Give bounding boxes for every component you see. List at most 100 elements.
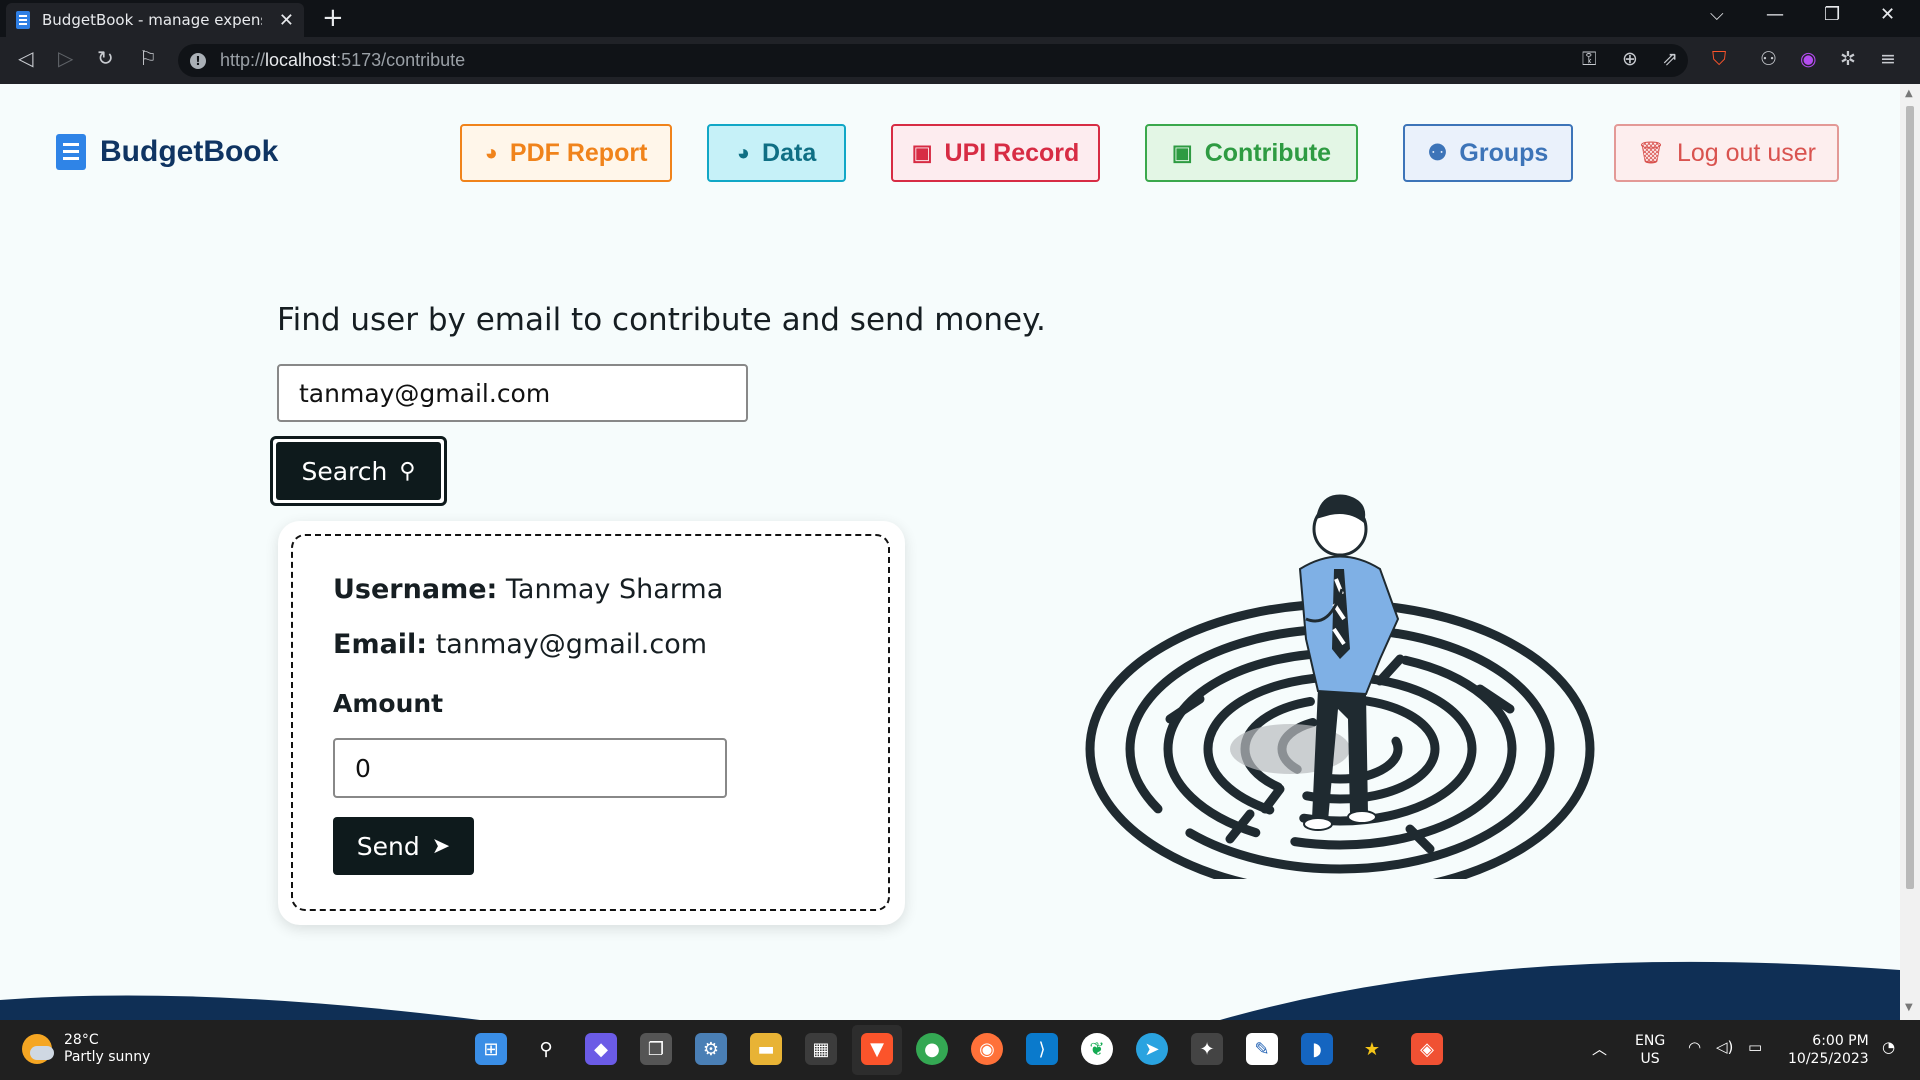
- battery-icon[interactable]: ▭: [1748, 1038, 1762, 1056]
- chrome-icon[interactable]: ●: [916, 1033, 948, 1065]
- window-close-button[interactable]: ✕: [1880, 4, 1895, 25]
- language-indicator[interactable]: ENG US: [1635, 1032, 1665, 1068]
- contribute-button[interactable]: ▣ Contribute: [1145, 124, 1358, 182]
- search-button[interactable]: Search ⚲: [270, 436, 447, 506]
- brand-logo[interactable]: BudgetBook: [56, 134, 278, 170]
- user-result-card: Username: Tanmay Sharma Email: tanmay@gm…: [278, 521, 905, 925]
- volume-icon[interactable]: ◁): [1716, 1038, 1733, 1056]
- email-value: tanmay@gmail.com: [435, 629, 708, 660]
- username-label: Username:: [333, 574, 498, 605]
- url-path: :5173/contribute: [336, 50, 466, 70]
- mongodb-icon[interactable]: ❦: [1081, 1033, 1113, 1065]
- email-label: Email:: [333, 629, 428, 660]
- copilot-icon[interactable]: ◆: [585, 1033, 617, 1065]
- app-icon-misc[interactable]: ✦: [1191, 1033, 1223, 1065]
- send-label: Send: [356, 831, 420, 861]
- start-icon[interactable]: ⊞: [475, 1033, 507, 1065]
- weather-desc: Partly sunny: [64, 1049, 151, 1065]
- wifi-icon[interactable]: ◠: [1688, 1038, 1701, 1056]
- money-bill-icon: ▣: [1171, 140, 1193, 165]
- scroll-up-icon[interactable]: ▲: [1905, 88, 1913, 99]
- scroll-down-icon[interactable]: ▼: [1905, 1002, 1913, 1013]
- search-label: Search: [301, 456, 388, 486]
- notification-bell-icon[interactable]: ◔: [1882, 1038, 1895, 1056]
- amount-label: Amount: [333, 689, 444, 718]
- search-button-inner: Search ⚲: [276, 442, 441, 500]
- search-taskbar-icon[interactable]: ⚲: [530, 1033, 562, 1065]
- users-icon: ⚉: [1427, 140, 1448, 165]
- groups-button[interactable]: ⚉ Groups: [1403, 124, 1573, 182]
- new-tab-button[interactable]: +: [322, 4, 344, 32]
- browser-tab[interactable]: BudgetBook - manage expenses ✕: [6, 3, 304, 37]
- windows-taskbar: 28°C Partly sunny ⊞ ⚲ ◆ ❐ ⚙ ▬ ▦ ▼ ● ◉ ⟩ …: [0, 1020, 1920, 1080]
- zoom-icon[interactable]: ⊕: [1622, 48, 1638, 70]
- site-info-icon[interactable]: !: [190, 52, 206, 69]
- tab-search-chevron-icon[interactable]: ⌵: [1710, 4, 1724, 25]
- receipt-icon: [56, 134, 86, 170]
- data-button[interactable]: ◕ Data: [707, 124, 846, 182]
- share-icon[interactable]: ⇗: [1662, 48, 1678, 70]
- budgetbook-favicon-icon: [16, 11, 30, 29]
- upi-record-label: UPI Record: [944, 138, 1080, 167]
- scroll-thumb[interactable]: [1906, 106, 1914, 889]
- restore-button[interactable]: ❐: [1824, 4, 1840, 25]
- send-button[interactable]: Send ➤: [333, 817, 474, 875]
- footer-wave: [0, 961, 1900, 1020]
- extension-glasses-icon[interactable]: ⚇: [1760, 48, 1777, 70]
- clock-time: 6:00 PM: [1812, 1033, 1869, 1049]
- extension-purple-icon[interactable]: ◉: [1800, 48, 1817, 70]
- edge-dev-icon[interactable]: ◗: [1301, 1033, 1333, 1065]
- file-explorer-icon[interactable]: ▬: [750, 1033, 782, 1065]
- username-value: Tanmay Sharma: [505, 574, 724, 605]
- reload-icon[interactable]: ↻: [97, 46, 114, 70]
- tab-close-icon[interactable]: ✕: [279, 10, 294, 31]
- amount-input[interactable]: [333, 738, 727, 798]
- maze-illustration: [1085, 494, 1595, 879]
- weather-text: 28°C Partly sunny: [64, 1032, 150, 1066]
- logout-label: Log out user: [1676, 138, 1816, 167]
- clock-date: 10/25/2023: [1788, 1051, 1869, 1067]
- username-row: Username: Tanmay Sharma: [333, 574, 723, 605]
- logout-button[interactable]: 🗑 Log out user: [1614, 124, 1839, 182]
- extensions-puzzle-icon[interactable]: ✲: [1840, 48, 1856, 70]
- partly-sunny-icon: [22, 1034, 54, 1064]
- paint-icon[interactable]: ✎: [1246, 1033, 1278, 1065]
- back-arrow-icon[interactable]: ◁: [18, 46, 33, 70]
- settings-icon[interactable]: ⚙: [695, 1033, 727, 1065]
- menu-icon[interactable]: ≡: [1880, 48, 1896, 70]
- groups-label: Groups: [1459, 138, 1549, 167]
- task-view-icon[interactable]: ❐: [640, 1033, 672, 1065]
- forward-arrow-icon[interactable]: ▷: [58, 46, 73, 70]
- pie-chart-icon: ◕: [736, 140, 751, 165]
- firefox-icon[interactable]: ◉: [971, 1033, 1003, 1065]
- vscode-icon[interactable]: ⟩: [1026, 1033, 1058, 1065]
- bookmark-icon[interactable]: ⚐: [139, 46, 157, 70]
- tray-overflow-icon[interactable]: ︿: [1592, 1038, 1607, 1059]
- key-icon[interactable]: ⚿: [1582, 48, 1596, 70]
- clock[interactable]: 6:00 PM 10/25/2023: [1788, 1032, 1869, 1068]
- page-scrollbar[interactable]: ▲ ▼: [1900, 84, 1920, 1020]
- contribute-label: Contribute: [1204, 138, 1332, 167]
- lang-bottom: US: [1640, 1051, 1660, 1067]
- git-icon[interactable]: ◈: [1411, 1033, 1443, 1065]
- upi-record-button[interactable]: ▣ UPI Record: [891, 124, 1100, 182]
- browser-tab-strip: BudgetBook - manage expenses ✕ + ⌵ — ❐ ✕: [0, 0, 1920, 37]
- email-search-input[interactable]: [277, 364, 748, 422]
- weather-widget[interactable]: 28°C Partly sunny: [22, 1032, 150, 1066]
- brave-shield-icon[interactable]: ⛉: [1712, 48, 1726, 70]
- microsoft-store-icon[interactable]: ▦: [805, 1033, 837, 1065]
- brand-name: BudgetBook: [100, 135, 279, 168]
- tab-title: BudgetBook - manage expenses: [42, 11, 262, 29]
- address-bar[interactable]: ! http://localhost:5173/contribute: [178, 44, 1688, 77]
- search-heading: Find user by email to contribute and sen…: [277, 302, 1046, 338]
- lang-top: ENG: [1635, 1033, 1666, 1049]
- url-text: http://localhost:5173/contribute: [220, 50, 465, 71]
- pdf-report-button[interactable]: ◕ PDF Report: [460, 124, 672, 182]
- star-app-icon[interactable]: ★: [1356, 1033, 1388, 1065]
- url-scheme: http://: [220, 50, 266, 70]
- search-icon: ⚲: [399, 458, 416, 484]
- telegram-icon[interactable]: ➤: [1136, 1033, 1168, 1065]
- brave-browser-icon[interactable]: ▼: [861, 1033, 893, 1065]
- pdf-report-label: PDF Report: [509, 138, 648, 167]
- minimize-button[interactable]: —: [1766, 4, 1784, 25]
